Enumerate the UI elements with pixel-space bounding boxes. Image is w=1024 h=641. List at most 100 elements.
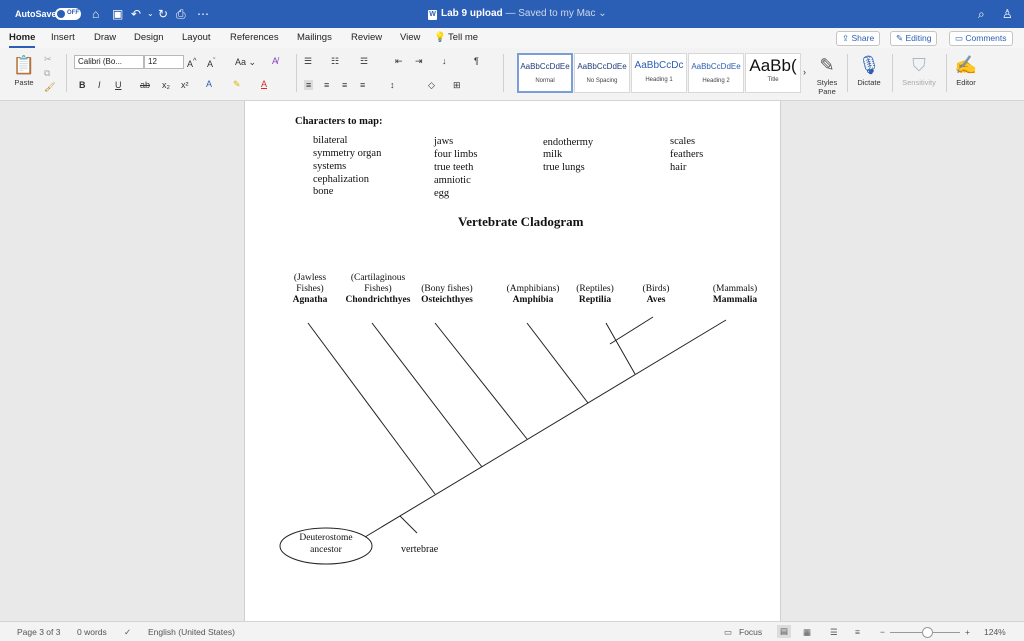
save-icon[interactable]: ▣	[112, 6, 123, 22]
justify-icon[interactable]: ≡	[360, 80, 365, 90]
styles-more-chevron-icon[interactable]: ›	[803, 67, 806, 77]
clear-formatting-icon[interactable]: A̸	[272, 56, 278, 66]
separator	[946, 54, 947, 92]
bold-icon[interactable]: B	[79, 80, 86, 90]
more-icon[interactable]: ⋯	[197, 6, 209, 22]
comments-button[interactable]: ▭ Comments	[949, 31, 1013, 46]
style-normal[interactable]: AaBbCcDdEe Normal	[517, 53, 573, 93]
sensitivity-label: Sensitivity	[902, 78, 936, 87]
autosave-state: OFF	[67, 10, 79, 16]
tab-design[interactable]: Design	[134, 32, 164, 43]
separator	[66, 54, 67, 92]
word-count[interactable]: 0 words	[77, 627, 107, 637]
align-right-icon[interactable]: ≡	[342, 80, 347, 90]
share-button[interactable]: ⇪ Share	[836, 31, 881, 46]
account-icon[interactable]: ♙	[1002, 6, 1013, 22]
undo-dropdown-icon[interactable]: ⌄	[147, 6, 154, 22]
zoom-out-icon[interactable]: −	[880, 627, 885, 637]
borders-icon[interactable]: ⊞	[453, 80, 461, 91]
tell-me-search[interactable]: Tell me	[448, 32, 478, 43]
bullets-icon[interactable]: ☰	[304, 56, 312, 67]
cut-icon[interactable]: ✂	[44, 54, 52, 65]
microphone-icon: 🎙	[857, 55, 881, 75]
sort-icon[interactable]: ↓	[442, 56, 447, 66]
style-heading-1[interactable]: AaBbCcDc Heading 1	[631, 53, 687, 93]
tab-view[interactable]: View	[400, 32, 420, 43]
align-center-icon[interactable]: ≡	[324, 80, 329, 90]
search-icon[interactable]: ⌕	[978, 6, 985, 22]
cladogram-trunk	[364, 319, 727, 538]
page-count[interactable]: Page 3 of 3	[17, 627, 60, 637]
proofing-icon[interactable]: ✓	[124, 627, 131, 638]
italic-icon[interactable]: I	[98, 80, 101, 90]
focus-button[interactable]: Focus	[739, 627, 762, 637]
paste-label: Paste	[14, 78, 34, 87]
tab-mailings[interactable]: Mailings	[297, 32, 332, 43]
draft-view-icon[interactable]: ≡	[855, 627, 860, 637]
tab-references[interactable]: References	[230, 32, 279, 43]
document-title: W Lab 9 upload — Saved to my Mac ⌄	[428, 8, 607, 20]
dictate-button[interactable]: 🎙 Dictate	[852, 52, 886, 87]
line-spacing-icon[interactable]: ↕	[390, 80, 395, 90]
font-size-select[interactable]: 12	[144, 55, 184, 69]
font-name-select[interactable]: Calibri (Bo...	[74, 55, 144, 69]
tab-review[interactable]: Review	[351, 32, 382, 43]
home-icon[interactable]: ⌂	[92, 6, 99, 22]
editing-button[interactable]: ✎ Editing	[890, 31, 938, 46]
chevron-down-icon[interactable]: ⌄	[598, 8, 606, 19]
align-left-icon[interactable]: ≡	[304, 80, 314, 90]
editor-button[interactable]: ✍ Editor	[952, 52, 980, 87]
zoom-slider-handle[interactable]	[922, 627, 933, 638]
autosave-label: AutoSave	[15, 9, 57, 19]
numbering-icon[interactable]: ☷	[331, 56, 339, 67]
underline-icon[interactable]: U	[115, 80, 122, 90]
style-title[interactable]: AaBb( Title	[745, 53, 801, 93]
web-layout-icon[interactable]: ▦	[803, 627, 811, 638]
text-effects-icon[interactable]: A	[206, 79, 212, 89]
shading-icon[interactable]: ◇	[428, 80, 435, 91]
highlight-icon[interactable]: ✎	[233, 79, 241, 90]
document-page[interactable]: Characters to map: bilateral symmetry or…	[244, 101, 781, 621]
outline-view-icon[interactable]: ☰	[830, 627, 838, 638]
separator	[892, 54, 893, 92]
save-status: — Saved to my Mac	[505, 8, 596, 19]
strikethrough-icon[interactable]: ab	[140, 80, 150, 90]
word-doc-icon: W	[428, 10, 437, 20]
doc-name: Lab 9 upload	[441, 8, 503, 19]
multilevel-list-icon[interactable]: ☲	[360, 56, 368, 67]
branch-amphibia	[526, 322, 589, 404]
zoom-in-icon[interactable]: +	[965, 627, 970, 637]
change-case-label: Aa	[235, 57, 247, 67]
grow-font-icon[interactable]: A^	[187, 56, 197, 69]
increase-indent-icon[interactable]: ⇥	[415, 56, 423, 67]
paste-button[interactable]: 📋 Paste	[10, 52, 38, 87]
paragraph-marks-icon[interactable]: ¶	[474, 56, 479, 66]
redo-icon[interactable]: ↻	[158, 6, 168, 22]
font-color-icon[interactable]: A	[261, 79, 267, 89]
editor-pen-icon: ✍	[954, 55, 978, 75]
tab-home[interactable]: Home	[9, 32, 36, 48]
sensitivity-button[interactable]: ⛉ Sensitivity	[897, 52, 941, 87]
style-heading-2[interactable]: AaBbCcDdEe Heading 2	[688, 53, 744, 93]
change-case-button[interactable]: Aa ⌄	[235, 57, 256, 68]
styles-pane-button[interactable]: ✎ Styles Pane	[812, 52, 842, 96]
style-sample: AaBb(	[749, 56, 797, 75]
print-icon[interactable]: ⎙	[176, 6, 186, 22]
subscript-icon[interactable]: x₂	[162, 80, 170, 90]
print-layout-icon[interactable]: ▤	[777, 625, 792, 638]
undo-icon[interactable]: ↶	[131, 6, 141, 22]
tab-insert[interactable]: Insert	[51, 32, 75, 43]
language-label[interactable]: English (United States)	[148, 627, 235, 637]
copy-icon[interactable]: ⧉	[44, 68, 50, 79]
tab-layout[interactable]: Layout	[182, 32, 211, 43]
zoom-level[interactable]: 124%	[984, 627, 1006, 637]
superscript-icon[interactable]: x²	[181, 80, 189, 90]
shrink-font-icon[interactable]: Aˇ	[207, 56, 216, 69]
style-no-spacing[interactable]: AaBbCcDdEe No Spacing	[574, 53, 630, 93]
autosave-toggle[interactable]: OFF	[55, 8, 81, 20]
share-label: Share	[851, 33, 875, 43]
tab-draw[interactable]: Draw	[94, 32, 116, 43]
tell-me-lightbulb-icon: 💡	[434, 32, 446, 43]
format-painter-icon[interactable]: 🖌	[44, 82, 55, 93]
decrease-indent-icon[interactable]: ⇤	[395, 56, 403, 67]
